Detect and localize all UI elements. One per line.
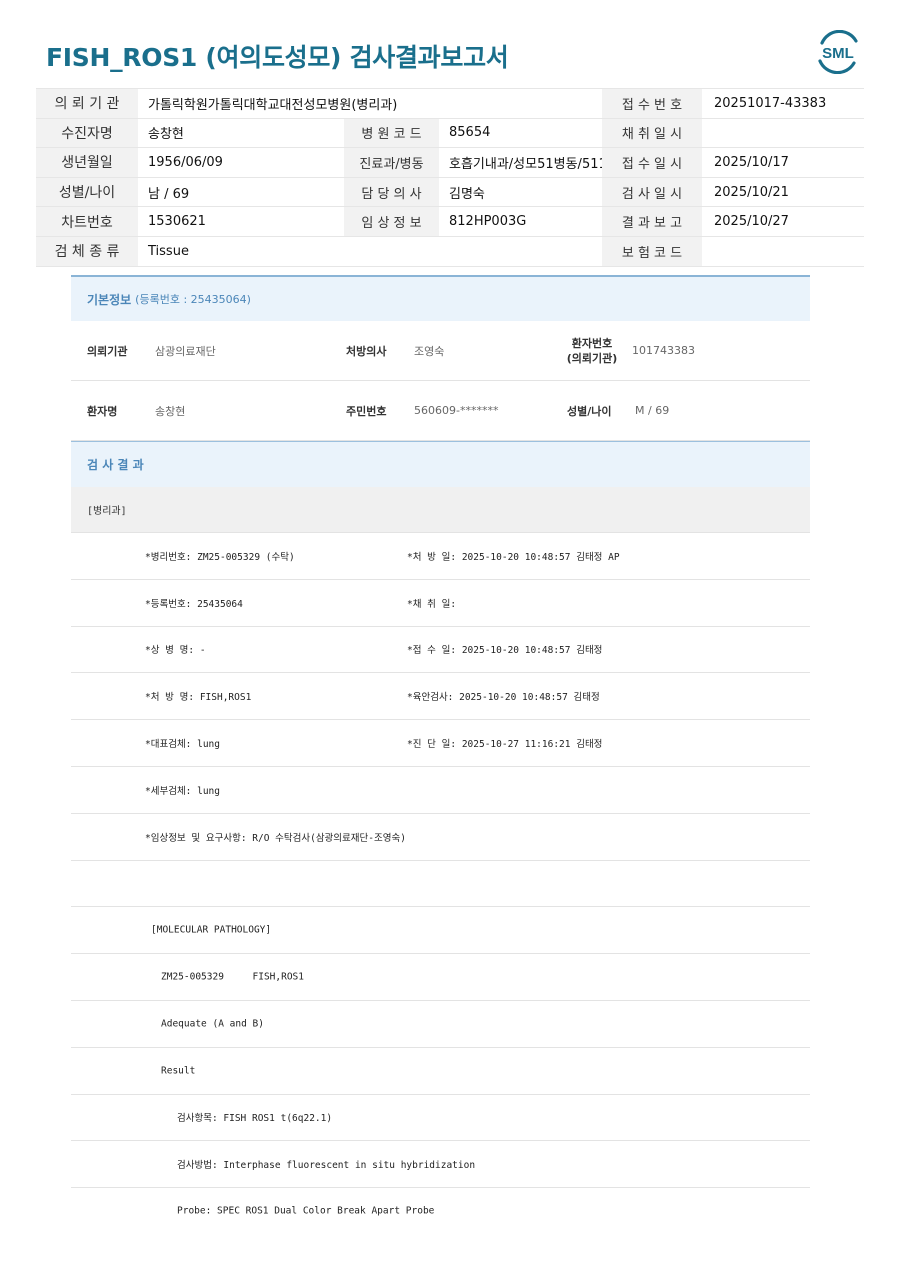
result-left: *상 병 명: -	[145, 645, 206, 657]
info-key: 주민번호	[346, 404, 387, 418]
result-left: *임상정보 및 요구사항: R/O 수탁검사(삼광의료재단-조영숙)	[145, 832, 406, 844]
result-row: ZM25-005329 FISH,ROS1	[71, 954, 810, 1001]
info-key: 환자명	[87, 404, 118, 418]
info-value: 560609-*******	[414, 404, 499, 417]
result-right: *채 취 일:	[407, 598, 457, 610]
header-label: 채 취 일 시	[602, 118, 702, 148]
result-row	[71, 861, 810, 908]
result-row: [MOLECULAR PATHOLOGY]	[71, 907, 810, 955]
info-key: 성별/나이	[567, 404, 612, 418]
header-value: 20251017-43383	[714, 95, 827, 111]
results-group-label: [병리과]	[71, 487, 810, 533]
result-left: *처 방 명: FISH,ROS1	[145, 692, 252, 704]
header-value	[702, 119, 864, 148]
result-left: *등록번호: 25435064	[145, 598, 243, 610]
header-label: 차트번호	[36, 207, 138, 236]
header-label: 결 과 보 고	[602, 207, 702, 236]
header-label: 접 수 일 시	[602, 148, 702, 177]
result-row: *대표검체: lung *진 단 일: 2025-10-27 11:16:21 김…	[71, 720, 810, 767]
result-row: *상 병 명: - *접 수 일: 2025-10-20 10:48:57 김태정	[71, 627, 810, 674]
header-value: 2025/10/21	[714, 184, 789, 200]
header-label: 의 뢰 기 관	[36, 89, 138, 118]
result-row: 검사항목: FISH ROS1 t(6q22.1)	[71, 1095, 810, 1142]
header-value: 남 / 69	[148, 186, 190, 202]
info-value: 조영숙	[414, 344, 445, 358]
header-label: 검 사 일 시	[602, 177, 702, 207]
info-value: 송창현	[155, 404, 186, 418]
report-panel: 기본정보 (등록번호 : 25435064) 의뢰기관 삼광의료재단 처방의사 …	[71, 275, 810, 1234]
result-right: *진 단 일: 2025-10-27 11:16:21 김태정	[407, 739, 603, 751]
header-info-grid: 의 뢰 기 관 가톨릭학원가톨릭대학교대전성모병원(병리과) 접 수 번 호 2…	[36, 88, 864, 267]
info-key: 환자번호 (의뢰기관)	[566, 336, 618, 365]
header-label: 수진자명	[36, 118, 138, 148]
info-value: M / 69	[635, 404, 670, 417]
result-left: 검사항목: FISH ROS1 t(6q22.1)	[177, 1113, 333, 1125]
header-label: 성별/나이	[36, 177, 138, 207]
result-row: Adequate (A and B)	[71, 1001, 810, 1048]
info-value: 101743383	[632, 344, 695, 357]
header-label: 임 상 정 보	[344, 207, 439, 236]
header-label: 보 험 코 드	[602, 236, 702, 266]
basic-info-header: 기본정보 (등록번호 : 25435064)	[71, 275, 810, 321]
header-value: 김명숙	[449, 186, 485, 202]
header-value: 85654	[449, 125, 491, 141]
header-row: 수진자명 송창현 병 원 코 드 85654 채 취 일 시	[36, 118, 864, 149]
result-left: Probe: SPEC ROS1 Dual Color Break Apart …	[177, 1205, 435, 1217]
result-row: Result	[71, 1048, 810, 1095]
header-value: 송창현	[148, 127, 184, 143]
header-value	[702, 237, 864, 266]
result-right: *육안검사: 2025-10-20 10:48:57 김태정	[407, 692, 600, 704]
header-label: 검 체 종 류	[36, 236, 138, 266]
info-key: 의뢰기관	[87, 344, 128, 358]
info-value: 삼광의료재단	[155, 344, 216, 358]
header-row: 생년월일 1956/06/09 진료과/병동 호흡기내과/성모51병동/5115…	[36, 148, 864, 178]
basic-info-row: 환자명 송창현 주민번호 560609-******* 성별/나이 M / 69	[71, 381, 810, 441]
results-title: 검 사 결 과	[87, 458, 144, 472]
result-row: *등록번호: 25435064 *채 취 일:	[71, 580, 810, 627]
result-row: *처 방 명: FISH,ROS1 *육안검사: 2025-10-20 10:48…	[71, 673, 810, 721]
result-left: *대표검체: lung	[145, 739, 220, 751]
result-left: *병리번호: ZM25-005329 (수탁)	[145, 551, 295, 563]
registration-number: (등록번호 : 25435064)	[135, 293, 251, 306]
results-list: *병리번호: ZM25-005329 (수탁) *처 방 일: 2025-10-2…	[71, 533, 810, 1234]
result-right: *접 수 일: 2025-10-20 10:48:57 김태정	[407, 645, 603, 657]
header-label: 병 원 코 드	[344, 118, 439, 148]
basic-info-title: 기본정보	[87, 292, 132, 307]
result-left: [MOLECULAR PATHOLOGY]	[151, 924, 272, 936]
header-value: 가톨릭학원가톨릭대학교대전성모병원(병리과)	[148, 97, 398, 113]
result-left: 검사방법: Interphase fluorescent in situ hyb…	[177, 1160, 476, 1172]
result-left: *세부검체: lung	[145, 785, 220, 797]
header-label: 생년월일	[36, 148, 138, 177]
result-left: Adequate (A and B)	[161, 1018, 264, 1030]
report-title: FISH_ROS1 (여의도성모) 검사결과보고서	[46, 43, 509, 72]
results-header: 검 사 결 과	[71, 441, 810, 487]
header-label: 담 당 의 사	[344, 177, 439, 207]
header-value: 2025/10/27	[714, 214, 789, 230]
result-row: *임상정보 및 요구사항: R/O 수탁검사(삼광의료재단-조영숙)	[71, 814, 810, 861]
svg-text:SML: SML	[822, 45, 854, 62]
header-row: 검 체 종 류 Tissue 보 험 코 드	[36, 236, 864, 267]
result-right: *처 방 일: 2025-10-20 10:48:57 김태정 AP	[407, 551, 620, 563]
result-row: Probe: SPEC ROS1 Dual Color Break Apart …	[71, 1188, 810, 1234]
header-label: 접 수 번 호	[602, 89, 702, 118]
header-row: 성별/나이 남 / 69 담 당 의 사 김명숙 검 사 일 시 2025/10…	[36, 177, 864, 208]
sml-logo: SML	[818, 30, 858, 74]
header-value: 1956/06/09	[148, 154, 223, 170]
header-value: 2025/10/17	[714, 154, 789, 170]
header-row: 의 뢰 기 관 가톨릭학원가톨릭대학교대전성모병원(병리과) 접 수 번 호 2…	[36, 88, 864, 119]
result-row: *병리번호: ZM25-005329 (수탁) *처 방 일: 2025-10-2…	[71, 533, 810, 580]
result-row: *세부검체: lung	[71, 767, 810, 814]
header-row: 차트번호 1530621 임 상 정 보 812HP003G 결 과 보 고 2…	[36, 207, 864, 237]
basic-info-row: 의뢰기관 삼광의료재단 처방의사 조영숙 환자번호 (의뢰기관) 1017433…	[71, 321, 810, 381]
header-label: 진료과/병동	[344, 148, 439, 177]
result-row: 검사방법: Interphase fluorescent in situ hyb…	[71, 1141, 810, 1189]
info-key: 처방의사	[346, 344, 387, 358]
header-value: 호흡기내과/성모51병동/5115	[449, 156, 602, 172]
result-left: ZM25-005329 FISH,ROS1	[161, 971, 304, 983]
header-value: 1530621	[148, 214, 206, 230]
result-left: Result	[161, 1065, 196, 1077]
header-value: Tissue	[148, 243, 189, 259]
header-value: 812HP003G	[449, 214, 527, 230]
